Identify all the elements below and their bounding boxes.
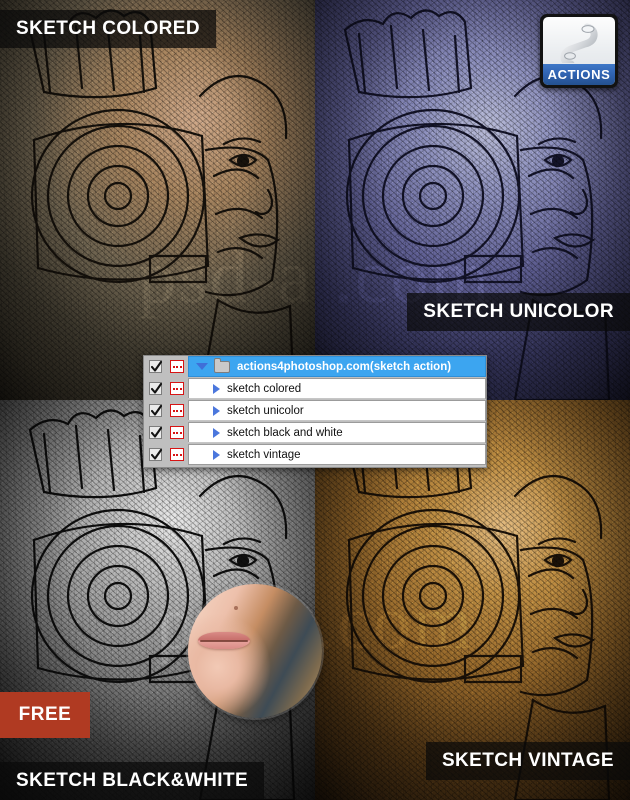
- chevron-right-icon[interactable]: [213, 383, 220, 394]
- actions-badge: ACTIONS: [540, 14, 618, 88]
- row-body[interactable]: actions4photoshop.com(sketch action): [188, 356, 486, 377]
- actions-panel[interactable]: actions4photoshop.com(sketch action) ske…: [143, 355, 487, 468]
- chevron-down-icon[interactable]: [196, 363, 208, 370]
- actions-panel-row[interactable]: sketch unicolor: [144, 400, 486, 421]
- row-label: sketch colored: [227, 382, 302, 395]
- row-toggle-cell[interactable]: [144, 422, 166, 443]
- dialog-toggle-icon[interactable]: [170, 404, 184, 417]
- dialog-toggle-icon[interactable]: [170, 426, 184, 439]
- label-sketch-vintage: SKETCH VINTAGE: [425, 742, 630, 780]
- row-toggle-cell[interactable]: [144, 356, 166, 377]
- actions-badge-label: ACTIONS: [543, 64, 615, 85]
- row-body[interactable]: sketch unicolor: [188, 400, 486, 421]
- quadrant-sketch-colored: SKETCH COLORED: [0, 0, 315, 400]
- row-toggle-cell[interactable]: [144, 400, 166, 421]
- row-body[interactable]: sketch vintage: [188, 444, 486, 465]
- checkbox-icon[interactable]: [148, 448, 162, 461]
- dialog-toggle-cell[interactable]: [166, 356, 188, 377]
- checkbox-icon[interactable]: [148, 360, 162, 373]
- dialog-toggle-icon[interactable]: [170, 360, 184, 373]
- actions-panel-row[interactable]: sketch vintage: [144, 444, 486, 465]
- row-label: sketch unicolor: [227, 404, 304, 417]
- dialog-toggle-cell[interactable]: [166, 422, 188, 443]
- original-photo-inset: [188, 584, 322, 718]
- dialog-toggle-icon[interactable]: [170, 382, 184, 395]
- dialog-toggle-cell[interactable]: [166, 378, 188, 399]
- actions-scroll-icon: [543, 21, 615, 65]
- actions-panel-row[interactable]: actions4photoshop.com(sketch action): [144, 356, 486, 377]
- dialog-toggle-icon[interactable]: [170, 448, 184, 461]
- checkbox-icon[interactable]: [148, 382, 162, 395]
- chevron-right-icon[interactable]: [213, 449, 220, 460]
- inset-detail-lipline: [200, 640, 248, 642]
- row-divider: [188, 442, 485, 443]
- chevron-right-icon[interactable]: [213, 427, 220, 438]
- folder-icon: [214, 357, 230, 373]
- label-sketch-colored: SKETCH COLORED: [0, 10, 216, 48]
- checkbox-icon[interactable]: [148, 426, 162, 439]
- row-divider: [188, 420, 485, 421]
- row-label: sketch vintage: [227, 448, 301, 461]
- actions-badge-inner: ACTIONS: [543, 17, 615, 85]
- chevron-right-icon[interactable]: [213, 405, 220, 416]
- actions-panel-row[interactable]: sketch black and white: [144, 422, 486, 443]
- inset-photo: [188, 584, 322, 718]
- artwork-sketch-colored: [0, 0, 315, 400]
- row-divider: [188, 398, 485, 399]
- actions-panel-row[interactable]: sketch colored: [144, 378, 486, 399]
- label-sketch-black-and-white: SKETCH BLACK&WHITE: [0, 762, 265, 800]
- row-body[interactable]: sketch colored: [188, 378, 486, 399]
- dialog-toggle-cell[interactable]: [166, 400, 188, 421]
- inset-detail-mole: [234, 606, 238, 610]
- row-toggle-cell[interactable]: [144, 378, 166, 399]
- row-label: actions4photoshop.com(sketch action): [237, 360, 452, 373]
- row-body[interactable]: sketch black and white: [188, 422, 486, 443]
- checkbox-icon[interactable]: [148, 404, 162, 417]
- dialog-toggle-cell[interactable]: [166, 444, 188, 465]
- label-sketch-unicolor: SKETCH UNICOLOR: [407, 293, 630, 331]
- preview-canvas: SKETCH COLORED SKETCH UNICOLOR SKETCH BL…: [0, 0, 630, 800]
- row-toggle-cell[interactable]: [144, 444, 166, 465]
- free-badge: FREE: [0, 692, 90, 738]
- row-label: sketch black and white: [227, 426, 343, 439]
